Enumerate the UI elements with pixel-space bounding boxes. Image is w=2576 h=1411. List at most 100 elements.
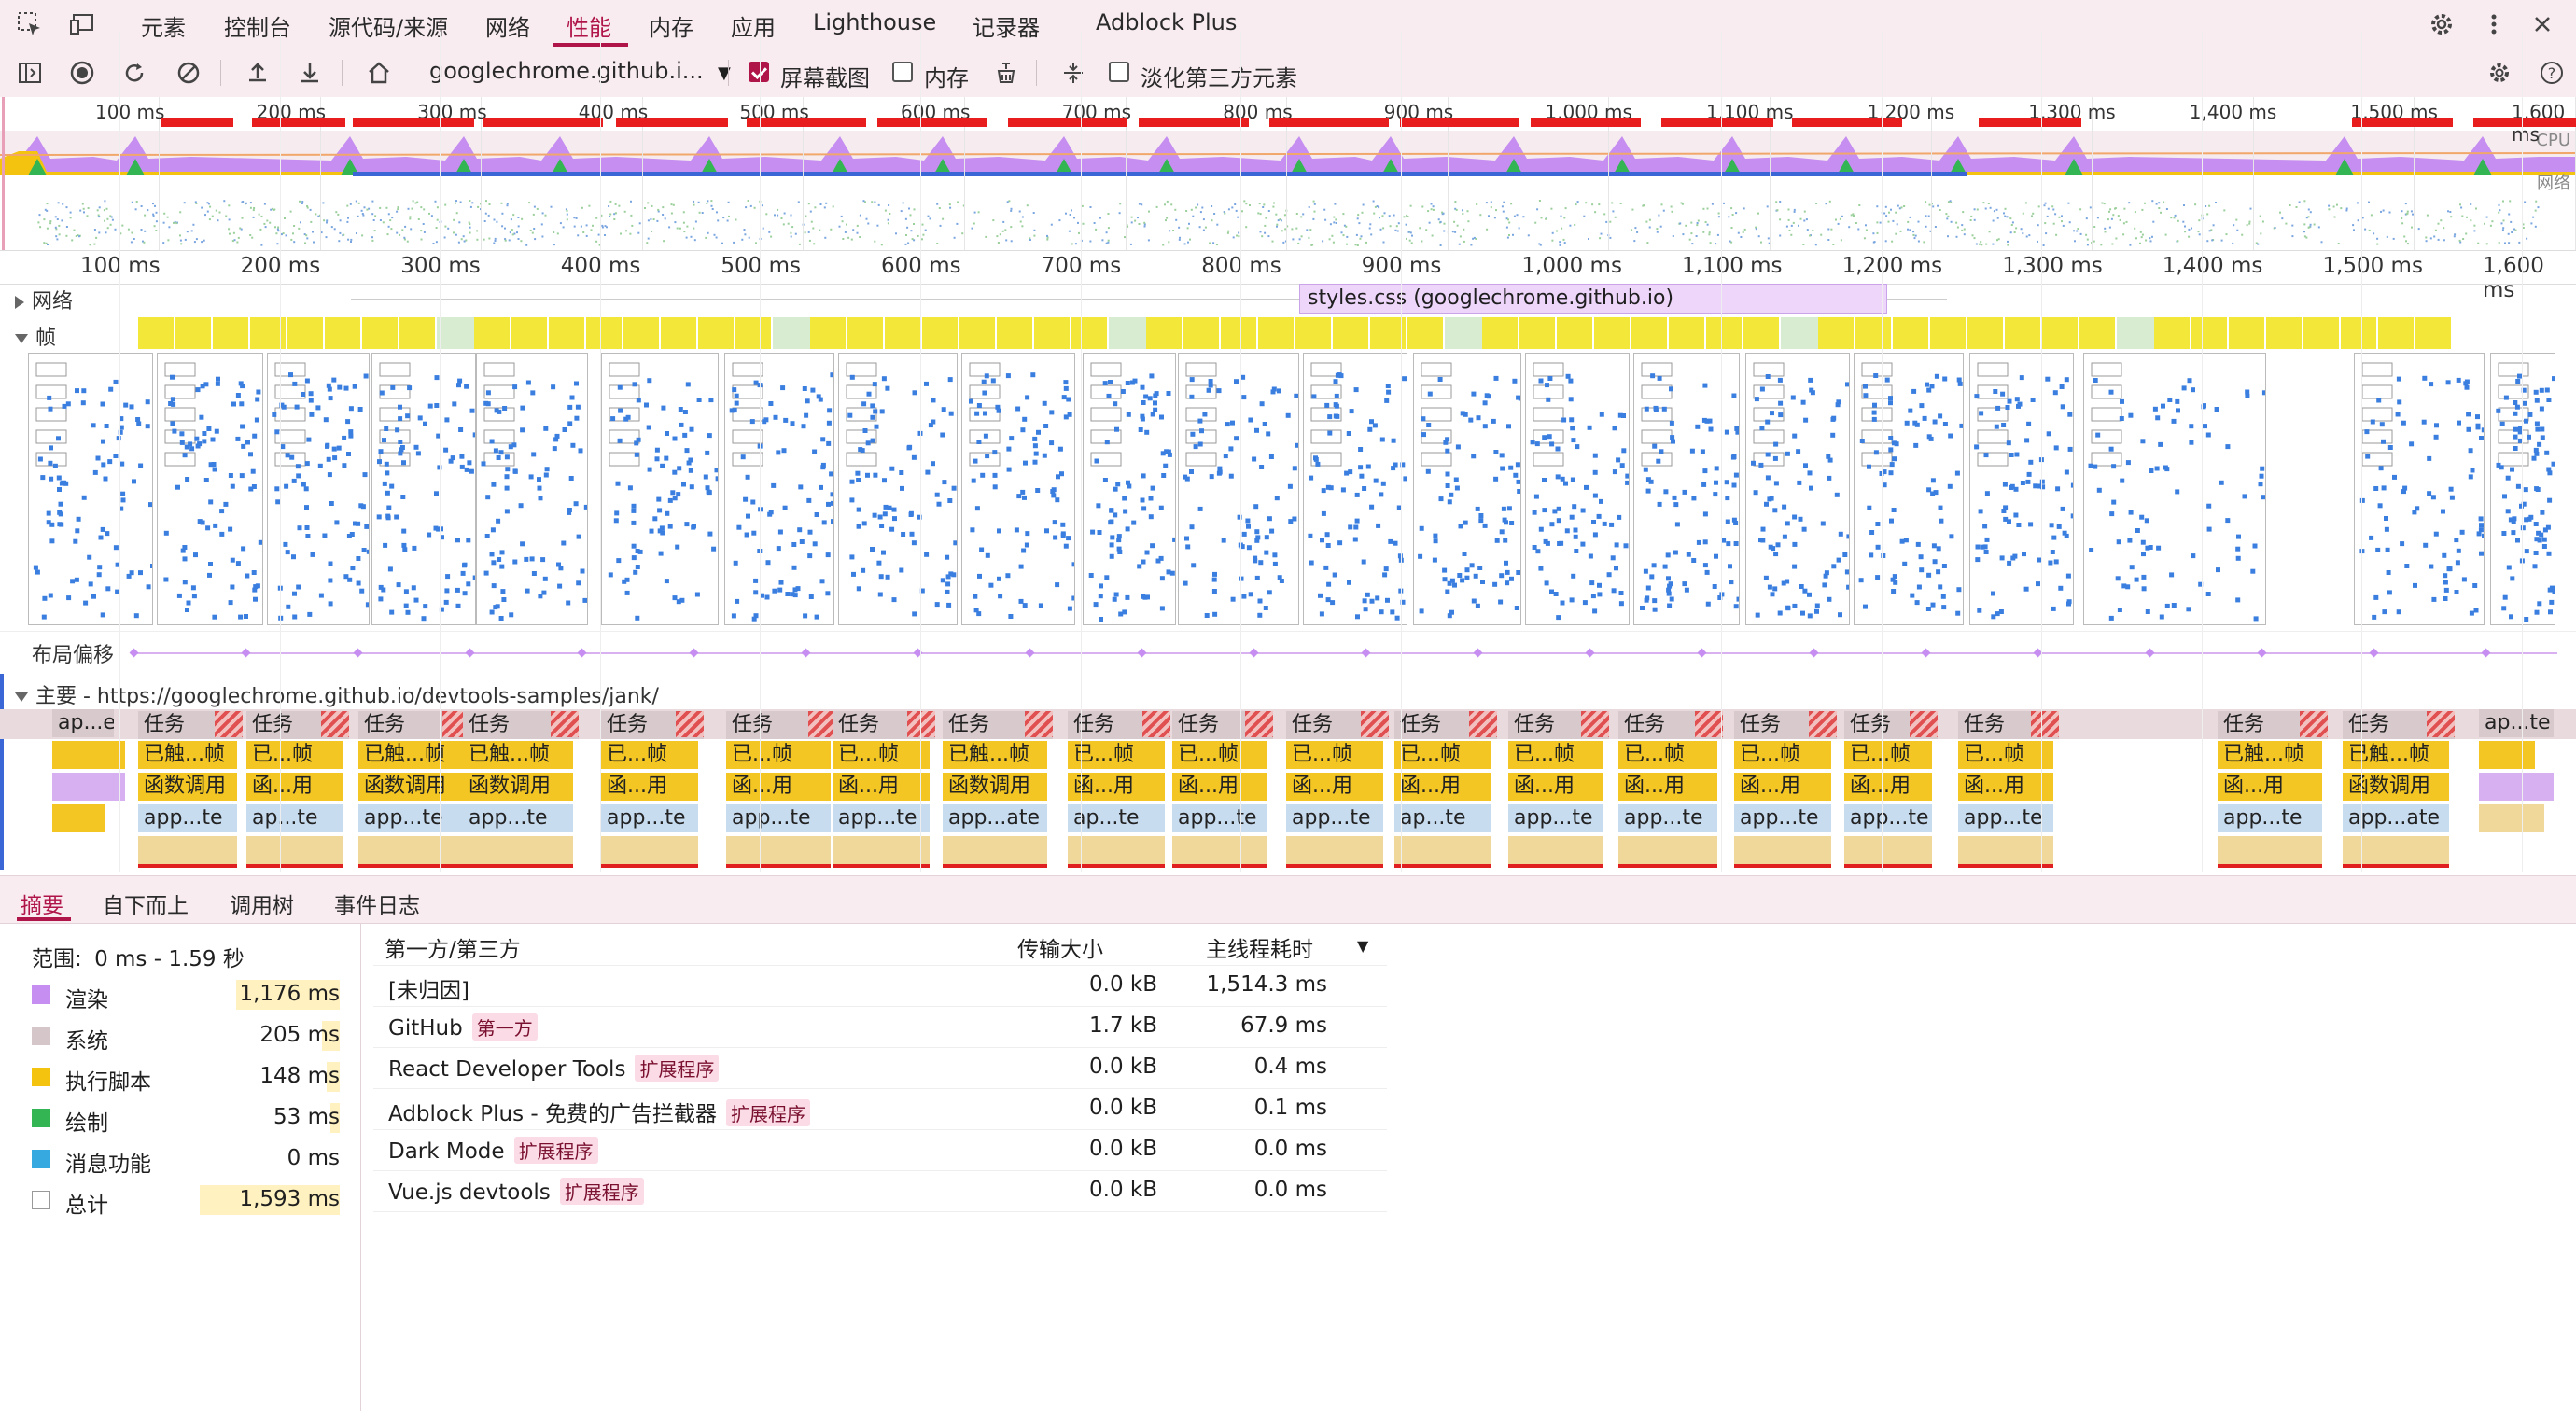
- frame-screenshot[interactable]: [28, 353, 153, 625]
- network-track-label[interactable]: 网络: [15, 285, 73, 314]
- tab-call-tree[interactable]: 调用树: [230, 887, 294, 919]
- tab-summary[interactable]: 摘要: [21, 887, 63, 919]
- task-block[interactable]: ap...e: [52, 709, 114, 737]
- function-call[interactable]: 函...用: [1508, 773, 1603, 801]
- frame-partial[interactable]: [175, 317, 213, 349]
- frame-partial[interactable]: [810, 317, 847, 349]
- animation-frame-fired[interactable]: 已触...帧: [463, 741, 573, 769]
- layout-forced-reflow[interactable]: [1734, 836, 1831, 868]
- frame-partial[interactable]: [1407, 317, 1445, 349]
- frame-partial[interactable]: [1669, 317, 1706, 349]
- animation-frame-fired[interactable]: 已...帧: [1068, 741, 1165, 769]
- frame-screenshot[interactable]: [2354, 353, 2485, 625]
- layout-forced-reflow[interactable]: [833, 836, 930, 868]
- capture-settings-icon[interactable]: [2483, 56, 2516, 90]
- frame-screenshot[interactable]: [371, 353, 476, 625]
- frame-screenshot[interactable]: [157, 353, 263, 625]
- frame-screenshot[interactable]: [1633, 353, 1740, 625]
- animation-frame-fired[interactable]: 已...帧: [1394, 741, 1491, 769]
- record-icon[interactable]: [65, 56, 99, 90]
- layout-forced-reflow[interactable]: [943, 836, 1047, 868]
- frame-screenshot[interactable]: [724, 353, 834, 625]
- timeline-overview[interactable]: CPU 网络 100 ms 200 ms 300 ms 400 ms 500 ms 600…: [0, 97, 2576, 251]
- frame-screenshot[interactable]: [267, 353, 370, 625]
- memory-checkbox[interactable]: [892, 62, 913, 82]
- column-header-time[interactable]: 主线程耗时: [1206, 931, 1313, 963]
- tab-memory[interactable]: 内存: [649, 9, 693, 42]
- animation-frame-fired[interactable]: 已触...帧: [2218, 741, 2322, 769]
- frame-partial[interactable]: [1818, 317, 1855, 349]
- function-call[interactable]: 函数调用: [358, 773, 465, 801]
- frame-partial[interactable]: [1855, 317, 1893, 349]
- network-request-styles-css[interactable]: styles.css (googlechrome.github.io): [1299, 284, 1887, 314]
- tab-recorder[interactable]: 记录器: [973, 9, 1040, 42]
- frame-partial[interactable]: [1519, 317, 1557, 349]
- frame-partial[interactable]: [2079, 317, 2117, 349]
- frame-partial[interactable]: [1071, 317, 1109, 349]
- more-options-icon[interactable]: [2477, 7, 2511, 41]
- layout-forced-reflow[interactable]: [1508, 836, 1603, 868]
- frame-screenshot[interactable]: [2490, 353, 2555, 625]
- table-row[interactable]: GitHub 第一方 1.7 kB 67.9 ms: [373, 1006, 1387, 1048]
- function-call[interactable]: 函...用: [1958, 773, 2053, 801]
- frame-partial[interactable]: [2005, 317, 2042, 349]
- garbage-collect-icon[interactable]: [989, 56, 1023, 90]
- frame-screenshot[interactable]: [2083, 353, 2266, 625]
- frame-partial[interactable]: [325, 317, 362, 349]
- animation-frame-fired[interactable]: 已...帧: [726, 741, 831, 769]
- animation-frame-fired[interactable]: 已...帧: [601, 741, 698, 769]
- device-toolbar-icon[interactable]: [65, 7, 99, 41]
- function-call[interactable]: 函...用: [1172, 773, 1267, 801]
- animation-frame-fired[interactable]: 已...帧: [833, 741, 930, 769]
- frame-partial[interactable]: [1930, 317, 1967, 349]
- frame-partial[interactable]: [399, 317, 437, 349]
- frame-idle[interactable]: [1109, 317, 1146, 349]
- animation-frame-fired[interactable]: 已...帧: [1508, 741, 1603, 769]
- frame-partial[interactable]: [1743, 317, 1781, 349]
- frame-partial[interactable]: [2154, 317, 2191, 349]
- frame-partial[interactable]: [2191, 317, 2229, 349]
- frame-partial[interactable]: [474, 317, 511, 349]
- frame-screenshot[interactable]: [1413, 353, 1521, 625]
- layout-forced-reflow[interactable]: [2218, 836, 2322, 868]
- animation-frame-fired[interactable]: 已...帧: [1844, 741, 1932, 769]
- frame-partial[interactable]: [2266, 317, 2303, 349]
- frames-track-label[interactable]: 帧: [15, 321, 56, 351]
- frame-partial[interactable]: [2341, 317, 2378, 349]
- table-row[interactable]: Vue.js devtools 扩展程序 0.0 kB 0.0 ms: [373, 1170, 1387, 1212]
- main-track-label[interactable]: 主要 - https://googlechrome.github.io/devt…: [15, 679, 659, 709]
- function-call[interactable]: 函...用: [1844, 773, 1932, 801]
- tab-network[interactable]: 网络: [485, 9, 530, 42]
- layout-forced-reflow[interactable]: [463, 836, 573, 868]
- frame-partial[interactable]: [698, 317, 735, 349]
- animation-frame-fired[interactable]: 已触...帧: [358, 741, 465, 769]
- app-update-call[interactable]: app...te: [1734, 804, 1831, 832]
- frame-partial[interactable]: [2042, 317, 2079, 349]
- overview-left-handle[interactable]: [2, 97, 5, 250]
- layout-forced-reflow[interactable]: [1394, 836, 1491, 868]
- frame-partial[interactable]: [959, 317, 997, 349]
- app-update-call[interactable]: app...ate: [2343, 804, 2449, 832]
- tab-sources[interactable]: 源代码/来源: [329, 9, 448, 42]
- function-call[interactable]: 函数调用: [138, 773, 237, 801]
- frame-partial[interactable]: [1146, 317, 1183, 349]
- frame-partial[interactable]: [287, 317, 325, 349]
- frame-idle[interactable]: [2117, 317, 2154, 349]
- app-update-call[interactable]: app...te: [833, 804, 930, 832]
- dim-third-party-checkbox[interactable]: [1109, 62, 1129, 82]
- layout-forced-reflow[interactable]: [358, 836, 465, 868]
- frame-partial[interactable]: [1893, 317, 1930, 349]
- animation-frame-fired[interactable]: 已...帧: [1618, 741, 1717, 769]
- app-update-call[interactable]: app...te: [138, 804, 237, 832]
- frame-idle[interactable]: [437, 317, 474, 349]
- frame-screenshot[interactable]: [476, 353, 588, 625]
- download-profile-icon[interactable]: [293, 56, 327, 90]
- app-update-call[interactable]: app...te: [1618, 804, 1717, 832]
- frame-partial[interactable]: [1183, 317, 1221, 349]
- frame-partial[interactable]: [1258, 317, 1295, 349]
- frame-screenshot[interactable]: [961, 353, 1075, 625]
- inspect-element-icon[interactable]: [13, 7, 47, 41]
- app-update-call[interactable]: ap...te: [1068, 804, 1165, 832]
- layout-forced-reflow[interactable]: [1286, 836, 1383, 868]
- app-update-call[interactable]: app...te: [1844, 804, 1932, 832]
